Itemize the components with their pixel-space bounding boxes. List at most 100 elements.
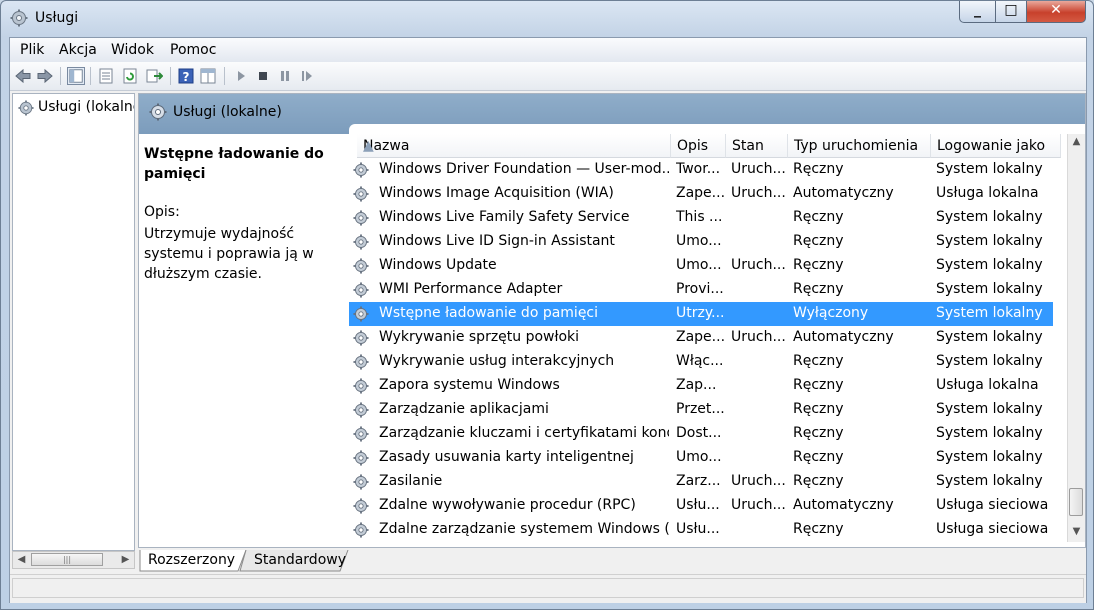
service-log-on-as: System lokalny — [936, 257, 1043, 273]
service-log-on-as: System lokalny — [936, 449, 1043, 465]
service-startup-type: Ręczny — [793, 521, 844, 537]
service-log-on-as: Usługa sieciowa — [936, 497, 1049, 513]
column-label: Opis — [677, 138, 709, 154]
table-row[interactable]: WMI Performance Adapter Provi... Ręczny Sys… — [349, 278, 1053, 302]
window-title: Usługi — [35, 10, 79, 26]
service-log-on-as: System lokalny — [936, 209, 1043, 225]
service-startup-type: Ręczny — [793, 473, 844, 489]
column-header-description[interactable]: Opis — [671, 134, 726, 158]
status-pane — [12, 578, 1084, 598]
service-name: Windows Image Acquisition (WIA) — [379, 185, 614, 201]
close-button[interactable]: ✕ — [1026, 1, 1086, 23]
gear-icon — [353, 402, 369, 418]
toolbar: ? — [10, 62, 1086, 91]
table-row[interactable]: Wykrywanie sprzętu powłoki Zape... Uruch..… — [349, 326, 1053, 350]
service-description: Umo... — [676, 257, 722, 273]
table-row[interactable]: Zdalne wywoływanie procedur (RPC) Usłu...… — [349, 494, 1053, 518]
scroll-left-icon[interactable]: ◀ — [13, 552, 30, 568]
column-header-log-on-as[interactable]: Logowanie jako — [931, 134, 1061, 158]
tree-horizontal-scrollbar[interactable]: ◀ ||| ▶ — [12, 551, 135, 569]
service-description: Zarz... — [676, 473, 721, 489]
pause-icon[interactable] — [276, 67, 294, 85]
table-row[interactable]: Windows Driver Foundation — User-mod... T… — [349, 158, 1053, 182]
tab-extended[interactable]: Rozszerzony — [148, 552, 235, 574]
service-name: Zarządzanie kluczami i certyfikatami kon… — [379, 425, 669, 441]
gear-icon — [353, 234, 369, 250]
tree-item-services[interactable]: Usługi (lokalne — [16, 98, 134, 118]
table-row[interactable]: Windows Live Family Safety Service This .… — [349, 206, 1053, 230]
table-row[interactable]: Zarządzanie aplikacjami Przet... Ręczny Sys… — [349, 398, 1053, 422]
table-row[interactable]: Windows Image Acquisition (WIA) Zape... Ur… — [349, 182, 1053, 206]
service-name: Zasady usuwania karty inteligentnej — [379, 449, 634, 465]
gear-icon — [353, 354, 369, 370]
menu-pomoc[interactable]: Pomoc — [170, 42, 216, 58]
service-name: Windows Live Family Safety Service — [379, 209, 630, 225]
services-list[interactable]: Nazwa ▲ Opis Stan Typ uruchomienia Logow… — [349, 124, 1085, 547]
service-description: Zape... — [676, 185, 726, 201]
service-startup-type: Ręczny — [793, 257, 844, 273]
gear-icon — [353, 306, 369, 322]
service-description: Usłu... — [676, 521, 720, 537]
service-description: Usłu... — [676, 497, 720, 513]
scroll-up-icon[interactable]: ▲ — [1068, 134, 1085, 150]
maximize-button[interactable]: □ — [995, 1, 1027, 23]
service-name: Zapora systemu Windows — [379, 377, 560, 393]
column-header-startup-type[interactable]: Typ uruchomienia — [788, 134, 931, 158]
forward-arrow-icon[interactable] — [36, 67, 54, 85]
service-log-on-as: System lokalny — [936, 473, 1043, 489]
service-description: This ... — [676, 209, 723, 225]
scroll-thumb[interactable]: ||| — [31, 553, 103, 566]
scroll-right-icon[interactable]: ▶ — [117, 552, 134, 568]
table-row[interactable]: Wykrywanie usług interakcyjnych Włąc... Rę… — [349, 350, 1053, 374]
column-header-name[interactable]: Nazwa ▲ — [357, 134, 671, 158]
close-icon: ✕ — [1050, 2, 1062, 18]
view-icon[interactable] — [199, 67, 217, 85]
service-log-on-as: System lokalny — [936, 329, 1043, 345]
menu-akcja[interactable]: Akcja — [59, 42, 97, 58]
gear-icon — [353, 426, 369, 442]
restart-icon[interactable] — [298, 67, 316, 85]
start-icon[interactable] — [232, 67, 250, 85]
table-row[interactable]: Windows Update Umo... Uruch... Ręczny System… — [349, 254, 1053, 278]
service-name: Zarządzanie aplikacjami — [379, 401, 549, 417]
stop-icon[interactable] — [254, 67, 272, 85]
column-label: Logowanie jako — [937, 138, 1046, 154]
description-label: Opis: — [144, 204, 180, 220]
tree-pane[interactable]: Usługi (lokalne — [12, 93, 135, 551]
table-row[interactable]: Zasilanie Zarz... Uruch... Ręczny System lok… — [349, 470, 1053, 494]
service-status: Uruch... — [731, 185, 786, 201]
refresh-icon[interactable] — [121, 67, 139, 85]
service-startup-type: Ręczny — [793, 209, 844, 225]
gear-icon — [149, 103, 167, 121]
scroll-thumb[interactable] — [1069, 488, 1083, 516]
service-description: Twor... — [676, 161, 721, 177]
table-row[interactable]: Windows Live ID Sign-in Assistant Umo... R… — [349, 230, 1053, 254]
scroll-down-icon[interactable]: ▼ — [1068, 524, 1085, 540]
menu-widok[interactable]: Widok — [111, 42, 154, 58]
minimize-button[interactable]: _ — [959, 1, 996, 23]
service-log-on-as: Usługa sieciowa — [936, 521, 1049, 537]
show-tree-icon[interactable] — [67, 67, 85, 85]
table-row[interactable]: Zdalne zarządzanie systemem Windows (...… — [349, 518, 1053, 542]
gear-icon — [353, 450, 369, 466]
export-icon[interactable] — [145, 67, 163, 85]
help-icon[interactable]: ? — [177, 67, 195, 85]
service-status: Uruch... — [731, 473, 786, 489]
back-arrow-icon[interactable] — [14, 67, 32, 85]
table-row[interactable]: Zapora systemu Windows Zap... Ręczny Usługa… — [349, 374, 1053, 398]
table-row-selected[interactable]: Wstępne ładowanie do pamięci Utrzy... Wyłą… — [349, 302, 1053, 326]
service-status: Uruch... — [731, 161, 786, 177]
service-log-on-as: System lokalny — [936, 281, 1043, 297]
title-bar[interactable]: Usługi _ □ ✕ — [1, 1, 1093, 37]
vertical-scrollbar[interactable]: ▲ ▼ — [1067, 134, 1085, 542]
menu-plik[interactable]: Plik — [20, 42, 44, 58]
table-row[interactable]: Zarządzanie kluczami i certyfikatami kon… — [349, 422, 1053, 446]
gear-icon — [353, 210, 369, 226]
tab-standard[interactable]: Standardowy — [254, 552, 346, 574]
column-header-status[interactable]: Stan — [726, 134, 788, 158]
properties-icon[interactable] — [97, 67, 115, 85]
service-startup-type: Ręczny — [793, 281, 844, 297]
service-status: Uruch... — [731, 329, 786, 345]
menu-bar: Plik Akcja Widok Pomoc — [10, 38, 1086, 62]
table-row[interactable]: Zasady usuwania karty inteligentnej Umo..… — [349, 446, 1053, 470]
